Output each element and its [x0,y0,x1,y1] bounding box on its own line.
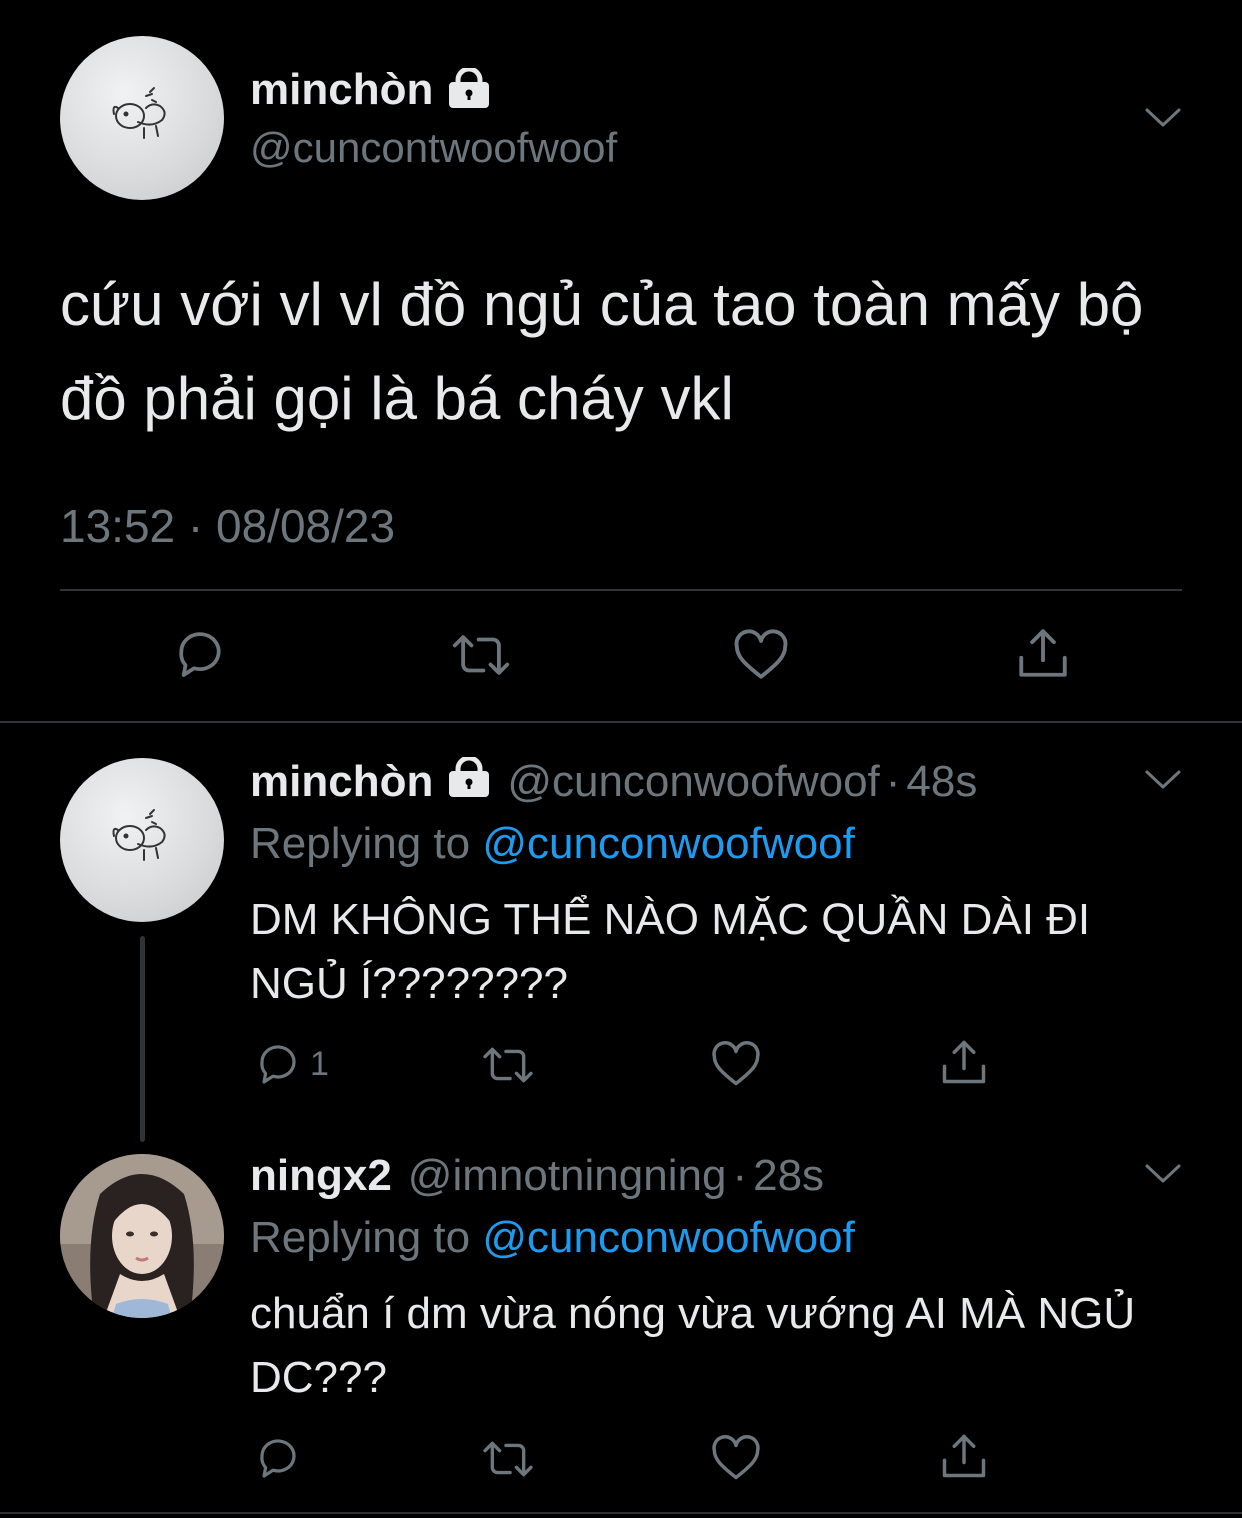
reply2-header: ningx2 @imnotningning · 28s [250,1148,824,1204]
dog-doodle-icon [112,809,166,861]
reply-button[interactable] [254,1434,302,1482]
like-button[interactable] [710,1040,762,1088]
reply-icon [260,1439,296,1478]
like-icon [712,1435,760,1480]
retweet-icon [452,635,510,675]
share-icon [942,1040,986,1084]
replying-to-link[interactable]: @cunconwoofwoof [482,1213,854,1262]
main-avatar[interactable] [60,36,224,200]
profile-photo [60,1154,224,1318]
share-button[interactable] [1014,624,1072,682]
separator-dot: · [732,1151,748,1200]
share-button[interactable] [938,1430,990,1482]
main-tweet-text: cứu với vl vl đồ ngủ của tao toàn mấy bộ… [60,271,1144,432]
divider [60,589,1182,591]
like-icon [712,1041,760,1086]
like-button[interactable] [710,1434,762,1482]
replying-label: Replying to [250,1213,471,1262]
reply1-time[interactable]: 48s [906,757,977,807]
chevron-down-icon[interactable] [1144,1162,1182,1191]
reply2-text: chuẩn í dm vừa nóng vừa vướng AI MÀ NGỦ … [250,1289,1136,1402]
reply2-time[interactable]: 28s [753,1151,824,1201]
chevron-down-icon[interactable] [1144,106,1182,135]
replying-label: Replying to [250,819,471,868]
retweet-icon [483,1441,533,1477]
share-icon [1019,629,1067,677]
section-divider [0,721,1242,723]
bottom-divider [0,1512,1242,1514]
lock-icon [447,66,491,113]
reply-icon [260,1045,296,1084]
like-icon [734,629,788,679]
reply2-handle[interactable]: @imnotningning [408,1151,727,1201]
reply2-display-name[interactable]: ningx2 [250,1151,392,1201]
reply1-text: DM KHÔNG THỂ NÀO MẶC QUẦN DÀI ĐI NGỦ Í??… [250,895,1091,1008]
reply1-replying-to: Replying to @cunconwoofwoof [250,816,855,872]
reply1-header: minchòn @cunconwoofwoof · 48s [250,754,977,810]
thread-line [140,936,145,1142]
replying-to-link[interactable]: @cunconwoofwoof [482,819,854,868]
main-display-name[interactable]: minchòn [250,65,433,115]
lock-icon [447,755,491,808]
chevron-down-icon[interactable] [1144,768,1182,797]
reply-icon [179,632,221,677]
reply1-avatar[interactable] [60,758,224,922]
separator-dot: · [885,757,901,806]
share-button[interactable] [938,1036,990,1088]
retweet-icon [483,1047,533,1083]
share-icon [942,1434,986,1478]
reply2-avatar[interactable] [60,1154,224,1318]
like-button[interactable] [732,628,790,682]
reply1-display-name[interactable]: minchòn [250,757,433,807]
dog-doodle-icon [112,87,166,139]
retweet-button[interactable] [480,1436,536,1482]
main-timestamp[interactable]: 13:52 · 08/08/23 [60,496,395,556]
reply-button[interactable] [172,626,228,682]
reply1-handle[interactable]: @cunconwoofwoof [507,757,879,807]
reply-count: 1 [310,1044,329,1083]
retweet-button[interactable] [480,1042,536,1088]
reply-button[interactable]: 1 [254,1040,329,1088]
main-handle[interactable]: @cuncontwoofwoof [250,122,617,174]
reply2-replying-to: Replying to @cunconwoofwoof [250,1210,855,1266]
retweet-button[interactable] [450,628,512,682]
